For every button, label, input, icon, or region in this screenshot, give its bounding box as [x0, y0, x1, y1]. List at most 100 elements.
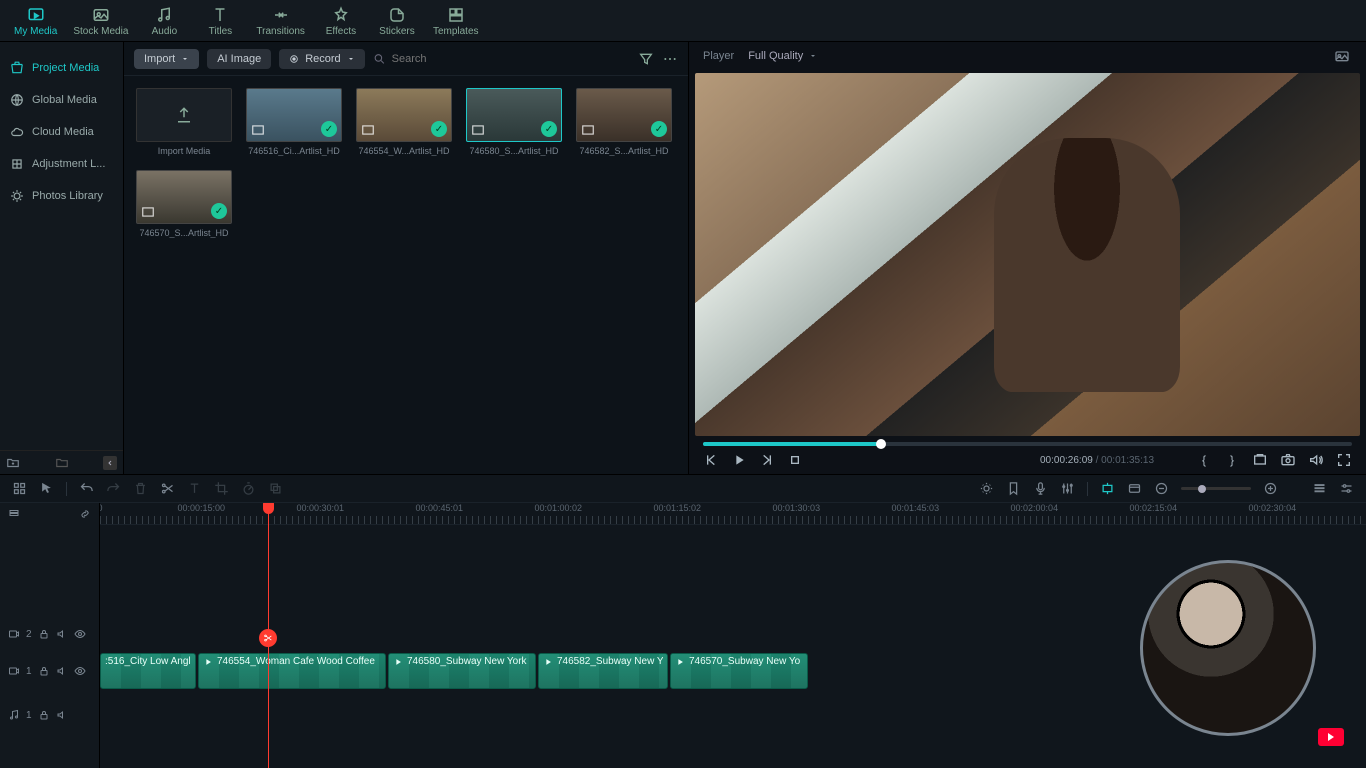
quality-dropdown[interactable]: Full Quality [748, 50, 817, 62]
nav-titles[interactable]: Titles [194, 4, 246, 39]
audio-track-1-header[interactable]: 1 [0, 693, 99, 737]
progress-fill [703, 442, 881, 446]
mute-icon[interactable] [56, 628, 68, 640]
ai-image-button[interactable]: AI Image [207, 49, 271, 69]
zoom-in-icon[interactable] [1263, 481, 1278, 496]
upload-icon [175, 106, 193, 124]
settings-icon[interactable] [1339, 481, 1354, 496]
track-gutter: 2 1 1 [0, 503, 100, 768]
nav-transitions[interactable]: Transitions [250, 4, 311, 39]
top-nav: My Media Stock Media Audio Titles Transi… [0, 0, 1366, 42]
nav-effects[interactable]: Effects [315, 4, 367, 39]
collapse-sidebar-button[interactable] [103, 456, 117, 470]
nav-label: Titles [209, 26, 233, 37]
tracks-header-icon[interactable] [8, 508, 20, 520]
new-folder-icon[interactable] [6, 456, 20, 470]
stop-button[interactable] [787, 452, 803, 468]
split-icon[interactable] [160, 481, 175, 496]
video-icon [8, 665, 20, 677]
sidebar-label: Global Media [32, 94, 97, 106]
media-name: 746582_S...Artlist_HD [576, 146, 672, 156]
cursor-tool-icon[interactable] [39, 481, 54, 496]
search-field[interactable] [373, 52, 630, 66]
lock-icon[interactable] [38, 665, 50, 677]
media-card[interactable]: ✓ 746582_S...Artlist_HD [576, 88, 672, 156]
button-label: Import [144, 53, 175, 65]
import-media-card[interactable]: Import Media [136, 88, 232, 156]
video-track-2-header[interactable]: 2 [0, 619, 99, 649]
progress-knob[interactable] [876, 439, 886, 449]
timeline-clip[interactable]: 746554_Woman Cafe Wood Coffee [198, 653, 386, 689]
filter-icon[interactable] [638, 51, 654, 67]
link-icon[interactable] [79, 508, 91, 520]
track-view-icon[interactable] [1312, 481, 1327, 496]
mark-out-button[interactable]: } [1224, 452, 1240, 468]
timeline-options-icon[interactable] [12, 481, 27, 496]
timeline-clip[interactable]: :516_City Low Angle [100, 653, 196, 689]
sidebar-project-media[interactable]: Project Media [0, 54, 123, 82]
mute-icon[interactable] [56, 709, 68, 721]
cut-marker[interactable] [259, 629, 277, 647]
autoreframe-icon[interactable] [1100, 481, 1115, 496]
more-icon[interactable] [662, 51, 678, 67]
delete-icon [133, 481, 148, 496]
timeline-clip[interactable]: 746580_Subway New York [388, 653, 536, 689]
marker-icon[interactable] [1006, 481, 1021, 496]
import-button[interactable]: Import [134, 49, 199, 69]
nav-audio[interactable]: Audio [138, 4, 190, 39]
zoom-knob[interactable] [1198, 485, 1206, 493]
mute-icon[interactable] [56, 665, 68, 677]
progress-bar[interactable] [703, 442, 1352, 446]
sidebar-global-media[interactable]: Global Media [0, 86, 123, 114]
video-track-1-header[interactable]: 1 [0, 649, 99, 693]
track-label: 2 [26, 629, 32, 640]
camera-button[interactable] [1280, 452, 1296, 468]
sidebar-photos-library[interactable]: Photos Library [0, 182, 123, 210]
lock-icon[interactable] [38, 709, 50, 721]
nav-templates[interactable]: Templates [427, 4, 485, 39]
zoom-slider[interactable] [1181, 487, 1251, 490]
prev-frame-button[interactable] [703, 452, 719, 468]
search-input[interactable] [392, 53, 630, 65]
snapshot-icon[interactable] [1332, 48, 1352, 64]
lock-icon[interactable] [38, 628, 50, 640]
fullscreen-button[interactable] [1336, 452, 1352, 468]
auto-icon[interactable] [979, 481, 994, 496]
voiceover-icon[interactable] [1033, 481, 1048, 496]
redo-icon [106, 481, 121, 496]
detach-button[interactable] [1252, 452, 1268, 468]
nav-my-media[interactable]: My Media [8, 4, 63, 39]
button-label: AI Image [217, 53, 261, 65]
play-button[interactable] [731, 452, 747, 468]
eye-icon[interactable] [74, 665, 86, 677]
undo-icon[interactable] [79, 481, 94, 496]
media-toolbar: Import AI Image Record [124, 42, 688, 76]
mixer-icon[interactable] [1060, 481, 1075, 496]
nav-label: Templates [433, 26, 479, 37]
timeline-ruler[interactable]: 0 00:00:15:00 00:00:30:01 00:00:45:01 00… [100, 503, 1366, 525]
next-frame-button[interactable] [759, 452, 775, 468]
media-name: 746580_S...Artlist_HD [466, 146, 562, 156]
timeline-clip[interactable]: 746582_Subway New Y [538, 653, 668, 689]
webcam-overlay [1140, 560, 1316, 736]
nav-stickers[interactable]: Stickers [371, 4, 423, 39]
media-card[interactable]: ✓ 746570_S...Artlist_HD [136, 170, 232, 238]
volume-button[interactable] [1308, 452, 1324, 468]
sidebar-cloud-media[interactable]: Cloud Media [0, 118, 123, 146]
media-card[interactable]: ✓ 746554_W...Artlist_HD [356, 88, 452, 156]
sidebar-adjustment-layer[interactable]: Adjustment L... [0, 150, 123, 178]
mark-in-button[interactable]: { [1196, 452, 1212, 468]
zoom-out-icon[interactable] [1154, 481, 1169, 496]
media-card[interactable]: ✓ 746516_Ci...Artlist_HD [246, 88, 342, 156]
record-button[interactable]: Record [279, 49, 364, 69]
media-sidebar: Project Media Global Media Cloud Media A… [0, 42, 124, 474]
timeline-clip[interactable]: 746570_Subway New Yo [670, 653, 808, 689]
eye-icon[interactable] [74, 628, 86, 640]
media-card[interactable]: ✓ 746580_S...Artlist_HD [466, 88, 562, 156]
nav-stock-media[interactable]: Stock Media [67, 4, 134, 39]
render-icon[interactable] [1127, 481, 1142, 496]
nav-label: Transitions [256, 26, 305, 37]
nav-label: My Media [14, 26, 57, 37]
record-icon [289, 54, 299, 64]
player-viewport[interactable] [695, 73, 1360, 436]
